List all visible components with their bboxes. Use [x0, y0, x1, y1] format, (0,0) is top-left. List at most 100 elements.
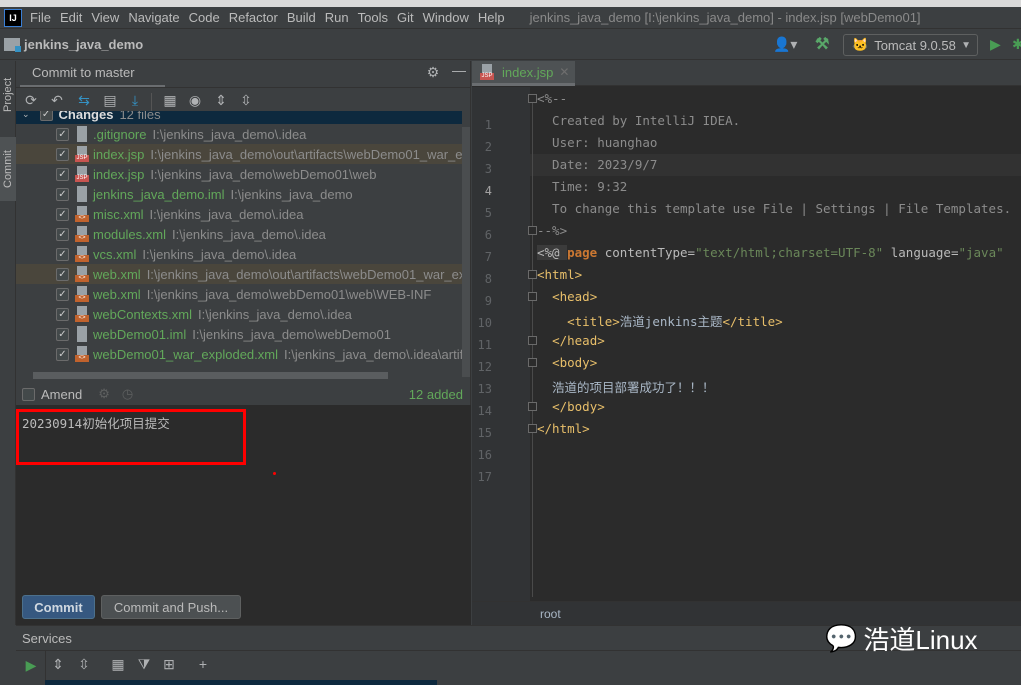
fold-marker-icon[interactable] — [528, 226, 537, 235]
file-row[interactable]: ✓ <> web.xml I:\jenkins_java_demo\webDemo01… — [16, 284, 462, 304]
file-checkbox[interactable]: ✓ — [56, 147, 69, 161]
menu-run[interactable]: Run — [325, 10, 349, 25]
line-number: 5 — [484, 206, 492, 220]
menu-window[interactable]: Window — [423, 10, 469, 25]
code-line: Created by IntelliJ IDEA. — [537, 113, 740, 128]
file-row[interactable]: ✓ webDemo01.iml I:\jenkins_java_demo\webDe… — [16, 324, 462, 344]
file-row[interactable]: ✓ <> vcs.xml I:\jenkins_java_demo\.idea — [16, 244, 462, 264]
file-row[interactable]: ✓ JSP index.jsp I:\jenkins_java_demo\out\ar… — [16, 144, 462, 164]
tool-tab-project[interactable]: Project — [0, 65, 16, 125]
rollback-icon[interactable]: ↶ — [48, 92, 66, 109]
build-hammer-icon[interactable]: ⚒ — [815, 34, 829, 54]
fold-marker-icon[interactable] — [528, 424, 537, 433]
vcs-user-icon[interactable]: 👤▾ — [773, 36, 797, 53]
fold-marker-icon[interactable] — [528, 402, 537, 411]
view-options-eye-icon[interactable]: ◉ — [186, 92, 204, 109]
filter-icon[interactable]: ⧩ — [135, 656, 153, 673]
menu-git[interactable]: Git — [397, 10, 414, 25]
file-checkbox[interactable]: ✓ — [56, 167, 69, 181]
amend-label[interactable]: Amend — [41, 387, 82, 402]
group-by-icon[interactable]: ▦ — [161, 92, 179, 109]
menu-code[interactable]: Code — [189, 10, 220, 25]
menu-view[interactable]: View — [91, 10, 119, 25]
collapse-all-icon[interactable]: ⇳ — [237, 92, 255, 109]
refresh-icon[interactable]: ⟳ — [22, 92, 40, 109]
gear-icon[interactable]: ⚙ — [424, 64, 442, 81]
file-checkbox[interactable]: ✓ — [56, 267, 69, 281]
menu-file[interactable]: File — [30, 10, 51, 25]
file-row[interactable]: ✓ <> misc.xml I:\jenkins_java_demo\.idea — [16, 204, 462, 224]
xml-file-icon: <> — [75, 206, 89, 222]
file-row[interactable]: ✓ JSP index.jsp I:\jenkins_java_demo\webDem… — [16, 164, 462, 184]
commit-history-clock-icon[interactable]: ◷ — [122, 386, 133, 402]
code-token: </html> — [537, 421, 590, 436]
services-title[interactable]: Services — [22, 631, 72, 646]
add-service-icon[interactable]: + — [194, 656, 212, 672]
commit-message-input[interactable]: 20230914初始化项目提交 — [16, 405, 471, 587]
file-row[interactable]: ✓ .gitignore I:\jenkins_java_demo\.idea — [16, 124, 462, 144]
file-checkbox[interactable]: ✓ — [56, 287, 69, 301]
amend-checkbox[interactable] — [22, 387, 35, 401]
menu-navigate[interactable]: Navigate — [128, 10, 179, 25]
debug-icon[interactable]: ✱ — [1012, 36, 1021, 53]
run-configuration-label: Tomcat 9.0.58 — [874, 37, 956, 53]
watermark-text: 浩道Linux — [863, 625, 978, 655]
file-checkbox[interactable]: ✓ — [56, 127, 69, 141]
commit-panel-title[interactable]: Commit to master — [32, 65, 135, 80]
breadcrumb-root[interactable]: root — [540, 607, 561, 621]
commit-button[interactable]: Commit — [22, 595, 95, 619]
changes-group-checkbox[interactable]: ✓ — [39, 111, 53, 121]
fold-marker-icon[interactable] — [528, 292, 537, 301]
file-row[interactable]: ✓ <> webContexts.xml I:\jenkins_java_demo\.… — [16, 304, 462, 324]
file-row[interactable]: ✓ <> modules.xml I:\jenkins_java_demo\.idea — [16, 224, 462, 244]
file-checkbox[interactable]: ✓ — [56, 347, 69, 361]
fold-marker-icon[interactable] — [528, 336, 537, 345]
commit-options-gear-icon[interactable]: ⚙ — [98, 386, 110, 402]
expand-all-icon[interactable]: ⇕ — [49, 656, 67, 673]
run-icon[interactable]: ▶ — [990, 36, 1001, 53]
commit-and-push-button[interactable]: Commit and Push... — [101, 595, 241, 619]
new-tab-icon[interactable]: ⊞ — [160, 656, 178, 673]
minimize-icon[interactable]: — — [450, 62, 468, 78]
code-line: </head> — [537, 333, 605, 348]
menu-edit[interactable]: Edit — [60, 10, 82, 25]
vertical-scrollbar[interactable] — [462, 127, 470, 377]
code-line: <title>浩道jenkins主题</title> — [537, 311, 783, 330]
line-number: 11 — [477, 338, 492, 352]
menu-build[interactable]: Build — [287, 10, 316, 25]
fold-marker-icon[interactable] — [528, 358, 537, 367]
file-checkbox[interactable]: ✓ — [56, 207, 69, 221]
run-icon[interactable]: ▶ — [22, 657, 40, 674]
menu-refactor[interactable]: Refactor — [229, 10, 278, 25]
menu-help[interactable]: Help — [478, 10, 505, 25]
file-path: I:\jenkins_java_demo\.idea — [152, 126, 307, 142]
menu-tools[interactable]: Tools — [358, 10, 388, 25]
show-diff-icon[interactable]: ⇆ — [75, 92, 93, 109]
file-checkbox[interactable]: ✓ — [56, 247, 69, 261]
file-row[interactable]: ✓ <> web.xml I:\jenkins_java_demo\out\artif… — [16, 264, 462, 284]
expand-all-icon[interactable]: ⇕ — [212, 92, 230, 109]
shelve-icon[interactable]: ⤓ — [126, 92, 144, 109]
code-token: "text/html;charset=UTF-8" — [695, 245, 884, 260]
tab-index-jsp[interactable]: JSP index.jsp ✕ — [472, 61, 575, 86]
fold-marker-icon[interactable] — [528, 94, 537, 103]
file-checkbox[interactable]: ✓ — [56, 227, 69, 241]
group-by-icon[interactable]: ▦ — [109, 656, 127, 673]
file-row[interactable]: ✓ <> webDemo01_war_exploded.xml I:\jenkins_… — [16, 344, 462, 364]
horizontal-scrollbar[interactable] — [33, 372, 388, 379]
file-checkbox[interactable]: ✓ — [56, 307, 69, 321]
tool-tab-commit[interactable]: Commit — [0, 137, 16, 201]
changelist-icon[interactable]: ▤ — [101, 92, 119, 109]
run-configuration-select[interactable]: 🐱 Tomcat 9.0.58 ▼ — [843, 34, 978, 56]
file-path: I:\jenkins_java_demo\.idea — [197, 306, 352, 322]
project-name[interactable]: jenkins_java_demo — [24, 37, 143, 52]
chevron-down-icon[interactable]: ⌄ — [22, 111, 30, 120]
file-row[interactable]: ✓ jenkins_java_demo.iml I:\jenkins_java_de… — [16, 184, 462, 204]
jsp-file-icon: JSP — [480, 64, 494, 80]
changes-group-row[interactable]: ⌄ ✓ Changes 12 files — [16, 111, 462, 124]
file-checkbox[interactable]: ✓ — [56, 187, 69, 201]
file-checkbox[interactable]: ✓ — [56, 327, 69, 341]
collapse-all-icon[interactable]: ⇳ — [75, 656, 93, 673]
close-icon[interactable]: ✕ — [559, 65, 569, 79]
fold-marker-icon[interactable] — [528, 270, 537, 279]
